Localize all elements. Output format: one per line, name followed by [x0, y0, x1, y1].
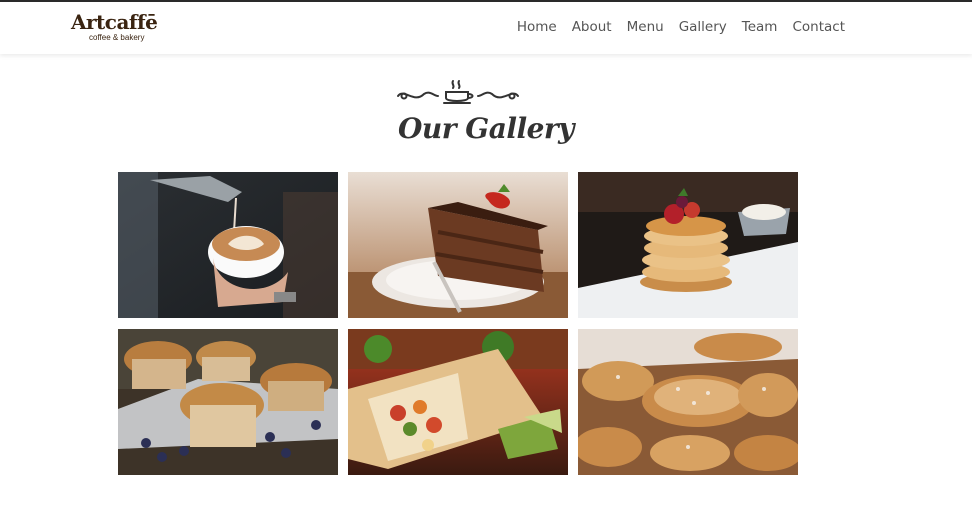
- nav-item-about[interactable]: About: [572, 18, 612, 36]
- nav-item-team[interactable]: Team: [742, 18, 778, 36]
- brand-tagline: coffee & bakery: [89, 33, 145, 42]
- latte-image: [118, 172, 338, 318]
- gallery-image-pancakes[interactable]: [578, 172, 798, 318]
- brand-logo[interactable]: Artcaffē coffee & bakery: [71, 11, 171, 47]
- gallery-image-muffins[interactable]: [118, 329, 338, 475]
- nav-item-menu[interactable]: Menu: [627, 18, 664, 36]
- navbar: Artcaffē coffee & bakery Home About Menu…: [0, 2, 972, 54]
- gallery-image-burritos[interactable]: [348, 329, 568, 475]
- coffee-cup-flourish-icon: [397, 80, 519, 104]
- gallery-image-latte[interactable]: [118, 172, 338, 318]
- croissants-image: [578, 329, 798, 475]
- burritos-image: [348, 329, 568, 475]
- muffins-image: [118, 329, 338, 475]
- pancakes-image: [578, 172, 798, 318]
- main-menu: Home About Menu Gallery Team Contact: [517, 18, 845, 36]
- cake-image: [348, 172, 568, 318]
- nav-item-gallery[interactable]: Gallery: [679, 18, 727, 36]
- nav-item-contact[interactable]: Contact: [792, 18, 845, 36]
- gallery-image-cake[interactable]: [348, 172, 568, 318]
- nav-item-home[interactable]: Home: [517, 18, 557, 36]
- section-title: Our Gallery: [398, 112, 574, 145]
- brand-name: Artcaffē: [71, 10, 158, 34]
- gallery-image-croissants[interactable]: [578, 329, 798, 475]
